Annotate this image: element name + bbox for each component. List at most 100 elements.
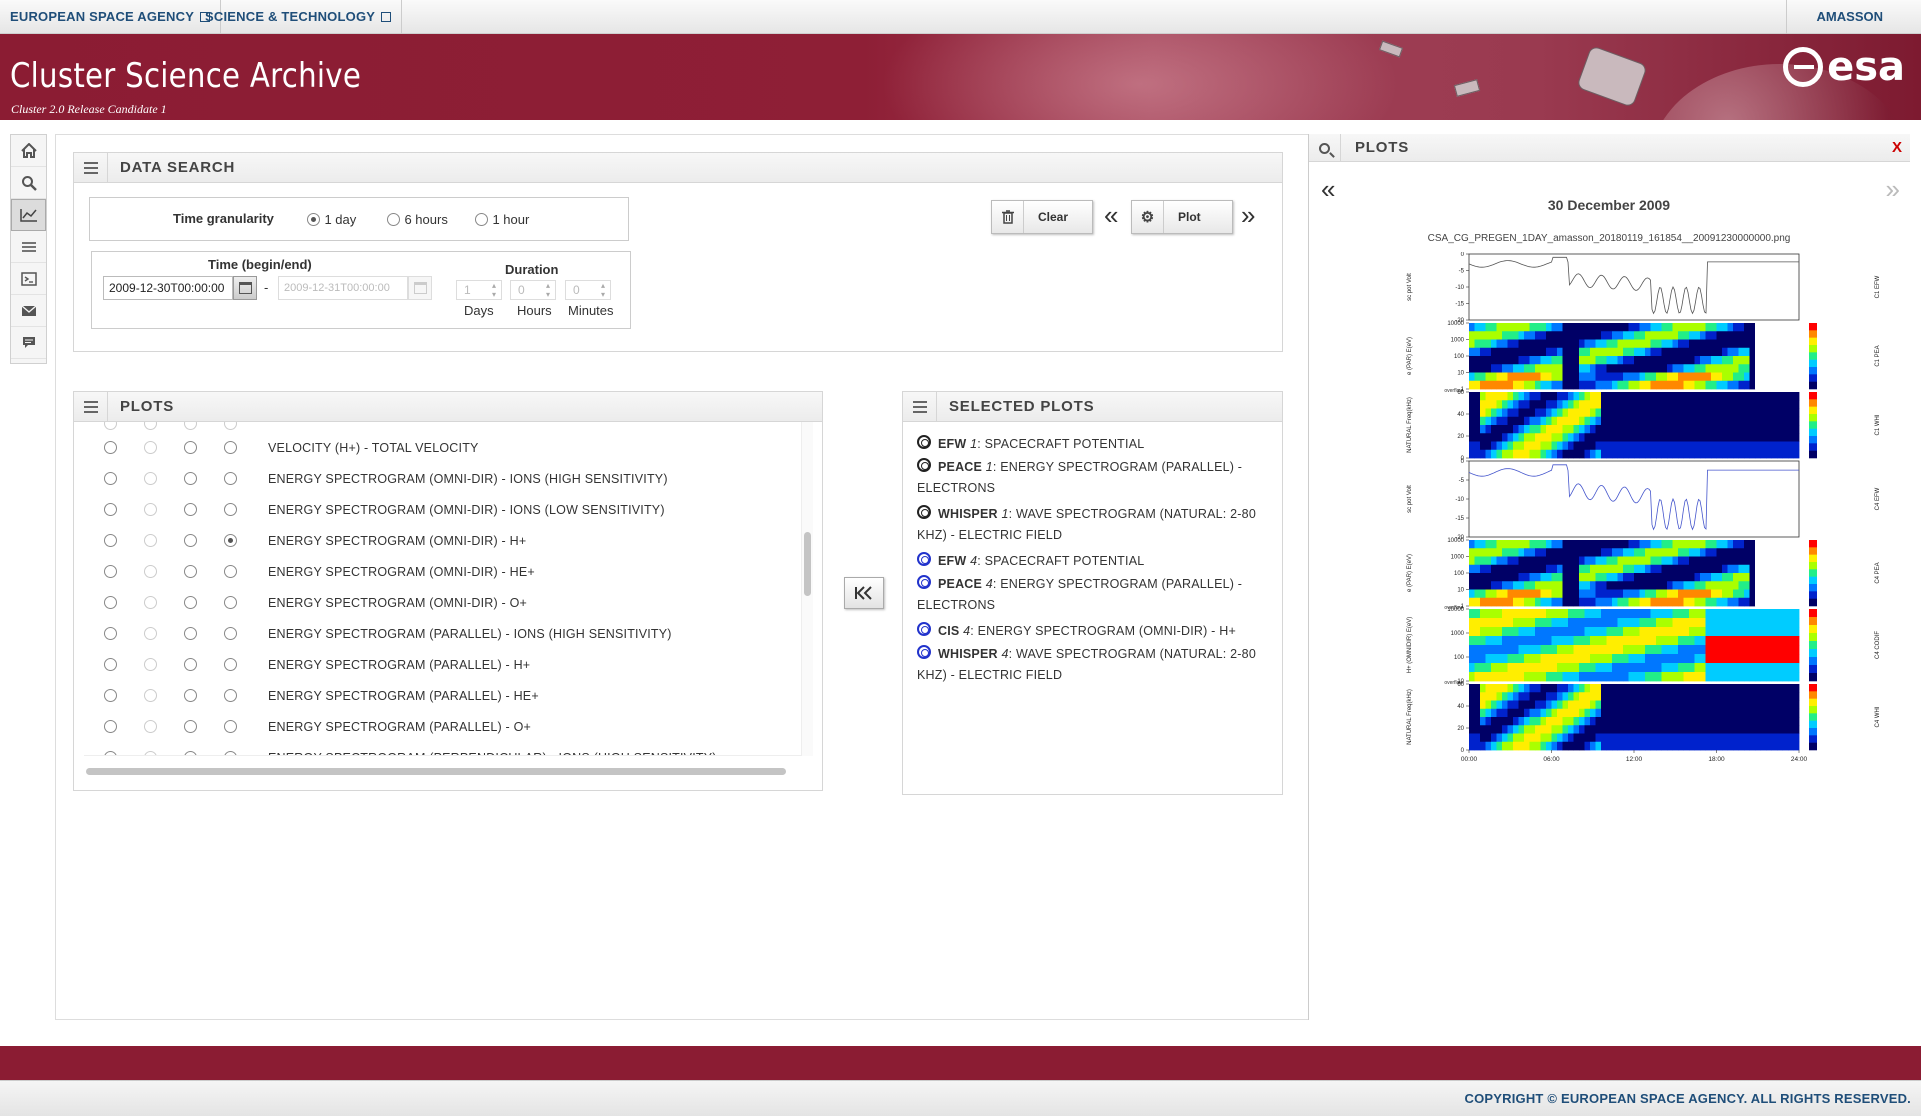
duration-hours-input[interactable]: 0 xyxy=(510,280,556,300)
duration-days-input[interactable]: 1 xyxy=(456,280,502,300)
spacecraft-1-radio[interactable] xyxy=(104,689,117,702)
spacecraft-4-radio[interactable] xyxy=(224,658,237,671)
end-calendar-button[interactable] xyxy=(408,276,432,300)
spacecraft-4-radio[interactable] xyxy=(224,472,237,485)
spacecraft-3-radio[interactable] xyxy=(184,658,197,671)
spacecraft-1-radio[interactable] xyxy=(104,596,117,609)
spacecraft-1-radio[interactable] xyxy=(104,627,117,640)
esa-logo[interactable]: esa xyxy=(1783,44,1905,90)
spacecraft-1-radio[interactable] xyxy=(104,441,117,454)
spacecraft-1-radio[interactable] xyxy=(104,503,117,516)
spacecraft-3-radio[interactable] xyxy=(184,534,197,547)
granularity-1-day[interactable]: 1 day xyxy=(307,211,356,229)
spacecraft-3-radio[interactable] xyxy=(184,751,197,755)
granularity-1-hour[interactable]: 1 hour xyxy=(475,211,529,229)
remove-plot-icon[interactable] xyxy=(917,645,931,659)
radio-button[interactable] xyxy=(307,213,320,227)
spacecraft-1-radio[interactable] xyxy=(104,534,117,547)
plot-list-vertical-scrollbar[interactable] xyxy=(801,422,813,756)
home-button[interactable] xyxy=(11,135,46,167)
spacecraft-3-radio[interactable] xyxy=(184,627,197,640)
remove-plot-icon[interactable] xyxy=(917,435,931,449)
selected-plot-item[interactable]: PEACE 4: ENERGY SPECTROGRAM (PARALLEL) -… xyxy=(917,574,1257,616)
move-plots-button[interactable] xyxy=(844,577,884,609)
selected-plot-item[interactable]: PEACE 1: ENERGY SPECTROGRAM (PARALLEL) -… xyxy=(917,457,1257,499)
menu-icon[interactable] xyxy=(74,392,108,421)
radio-button[interactable] xyxy=(184,422,197,430)
scrollbar-thumb[interactable] xyxy=(804,532,811,596)
spacecraft-4-radio[interactable] xyxy=(224,441,237,454)
spacecraft-2-radio[interactable] xyxy=(144,720,157,733)
radio-button[interactable] xyxy=(224,422,237,430)
spacecraft-4-radio[interactable] xyxy=(224,751,237,755)
spacecraft-2-radio[interactable] xyxy=(144,534,157,547)
selected-plot-item[interactable]: WHISPER 1: WAVE SPECTROGRAM (NATURAL: 2-… xyxy=(917,504,1257,546)
spacecraft-4-radio[interactable] xyxy=(224,534,237,547)
spacecraft-3-radio[interactable] xyxy=(184,503,197,516)
remove-plot-icon[interactable] xyxy=(917,552,931,566)
spacecraft-2-radio[interactable] xyxy=(144,658,157,671)
expand-right-icon[interactable]: » xyxy=(1241,202,1255,228)
spacecraft-4-radio[interactable] xyxy=(224,689,237,702)
selected-plot-item[interactable]: EFW 1: SPACECRAFT POTENTIAL xyxy=(917,434,1257,455)
radio-button[interactable] xyxy=(475,213,488,227)
spacecraft-2-radio[interactable] xyxy=(144,627,157,640)
menu-icon[interactable] xyxy=(903,392,937,421)
end-time-input[interactable]: 2009-12-31T00:00:00 xyxy=(278,276,408,300)
cluster-summary-plot-image[interactable]: 0-5-10-15-20sc pot Volt C1 EFWoverflow100… xyxy=(1369,252,1889,812)
radio-button[interactable] xyxy=(104,422,117,430)
spacecraft-4-radio[interactable] xyxy=(224,720,237,733)
selected-plot-item[interactable]: CIS 4: ENERGY SPECTROGRAM (OMNI-DIR) - H… xyxy=(917,621,1257,642)
mail-button[interactable] xyxy=(11,295,46,327)
spacecraft-3-radio[interactable] xyxy=(184,689,197,702)
feedback-button[interactable] xyxy=(11,327,46,359)
remove-plot-icon[interactable] xyxy=(917,575,931,589)
spacecraft-1-radio[interactable] xyxy=(104,472,117,485)
begin-time-input[interactable]: 2009-12-30T00:00:00 xyxy=(103,276,233,300)
radio-button[interactable] xyxy=(387,213,400,227)
selected-plot-item[interactable]: WHISPER 4: WAVE SPECTROGRAM (NATURAL: 2-… xyxy=(917,644,1257,686)
spacecraft-4-radio[interactable] xyxy=(224,565,237,578)
spacecraft-2-radio[interactable] xyxy=(144,751,157,755)
spacecraft-4-radio[interactable] xyxy=(224,503,237,516)
selected-plot-item[interactable]: EFW 4: SPACECRAFT POTENTIAL xyxy=(917,551,1257,572)
spacecraft-2-radio[interactable] xyxy=(144,441,157,454)
spacecraft-4-radio[interactable] xyxy=(224,627,237,640)
spacecraft-2-radio[interactable] xyxy=(144,472,157,485)
spacecraft-1-radio[interactable] xyxy=(104,658,117,671)
plot-list-horizontal-scrollbar[interactable] xyxy=(86,768,786,775)
spacecraft-1-radio[interactable] xyxy=(104,751,117,755)
granularity-6-hours[interactable]: 6 hours xyxy=(387,211,448,229)
spacecraft-2-radio[interactable] xyxy=(144,596,157,609)
remove-plot-icon[interactable] xyxy=(917,458,931,472)
radio-button[interactable] xyxy=(144,422,157,430)
spacecraft-3-radio[interactable] xyxy=(184,720,197,733)
spacecraft-2-radio[interactable] xyxy=(144,689,157,702)
list-button[interactable] xyxy=(11,231,46,263)
clear-button[interactable]: Clear xyxy=(991,200,1093,234)
remove-plot-icon[interactable] xyxy=(917,622,931,636)
plot-viewer-search-button[interactable] xyxy=(1309,134,1341,162)
spacecraft-1-radio[interactable] xyxy=(104,565,117,578)
spacecraft-2-radio[interactable] xyxy=(144,503,157,516)
begin-calendar-button[interactable] xyxy=(233,276,257,300)
science-technology-link[interactable]: SCIENCE & TECHNOLOGY xyxy=(195,0,403,34)
spacecraft-4-radio[interactable] xyxy=(224,596,237,609)
menu-icon[interactable] xyxy=(74,153,108,182)
duration-minutes-input[interactable]: 0 xyxy=(565,280,611,300)
spacecraft-3-radio[interactable] xyxy=(184,472,197,485)
spacecraft-3-radio[interactable] xyxy=(184,565,197,578)
search-button[interactable] xyxy=(11,167,46,199)
spacecraft-1-radio[interactable] xyxy=(104,720,117,733)
user-menu[interactable]: AMASSON xyxy=(1785,0,1921,34)
console-button[interactable] xyxy=(11,263,46,295)
close-plot-viewer-button[interactable]: X xyxy=(1892,134,1902,162)
spacecraft-3-radio[interactable] xyxy=(184,441,197,454)
plots-button[interactable] xyxy=(11,199,46,231)
spacecraft-3-radio[interactable] xyxy=(184,596,197,609)
spacecraft-2-radio[interactable] xyxy=(144,565,157,578)
collapse-left-icon[interactable]: « xyxy=(1104,202,1118,228)
remove-plot-icon[interactable] xyxy=(917,505,931,519)
esa-link[interactable]: EUROPEAN SPACE AGENCY xyxy=(0,0,222,34)
plot-button[interactable]: ⚙ Plot xyxy=(1131,200,1233,234)
